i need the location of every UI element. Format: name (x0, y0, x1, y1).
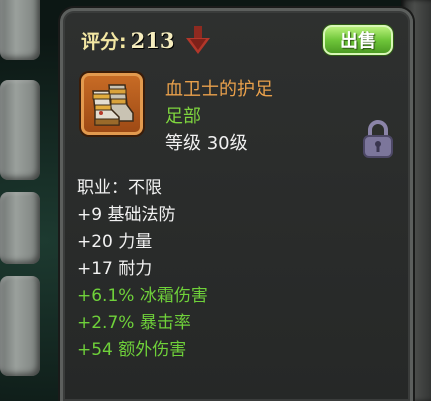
item-slot: 足部 (165, 106, 201, 127)
item-name: 血卫士的护足 (165, 79, 273, 100)
padlock-icon[interactable] (361, 119, 395, 159)
stat-line: +9 基础法防 (77, 205, 176, 225)
item-stats: 职业：不限 +9 基础法防 +20 力量 +17 耐力 +6.1% 冰霜伤害 +… (77, 175, 208, 364)
down-arrow-icon (186, 26, 211, 54)
background-stone (0, 192, 40, 264)
background-stone (0, 80, 40, 180)
armored-boots-icon (92, 84, 134, 126)
bonus-stat-line: +2.7% 暴击率 (77, 313, 191, 333)
stat-line: +20 力量 (77, 232, 153, 252)
item-icon-slot (81, 73, 143, 135)
score-row: 评分: 213 (81, 25, 211, 55)
class-requirement: 职业：不限 (77, 178, 162, 198)
background-stone (0, 276, 40, 376)
sell-button[interactable]: 出售 (323, 25, 393, 55)
score-value: 213 (130, 27, 175, 53)
game-screen: 评分: 213 出售 血卫士的护足 足部 等级 30级 职业：不限 +9 基础法… (0, 0, 431, 401)
item-level: 等级 30级 (165, 133, 248, 154)
score-label: 评分: (81, 30, 127, 53)
item-tooltip-panel: 评分: 213 出售 血卫士的护足 足部 等级 30级 职业：不限 +9 基础法… (60, 8, 413, 401)
stat-line: +17 耐力 (77, 259, 153, 279)
background-stone (0, 0, 40, 60)
bonus-stat-line: +6.1% 冰霜伤害 (77, 286, 208, 306)
bonus-stat-line: +54 额外伤害 (77, 340, 187, 360)
